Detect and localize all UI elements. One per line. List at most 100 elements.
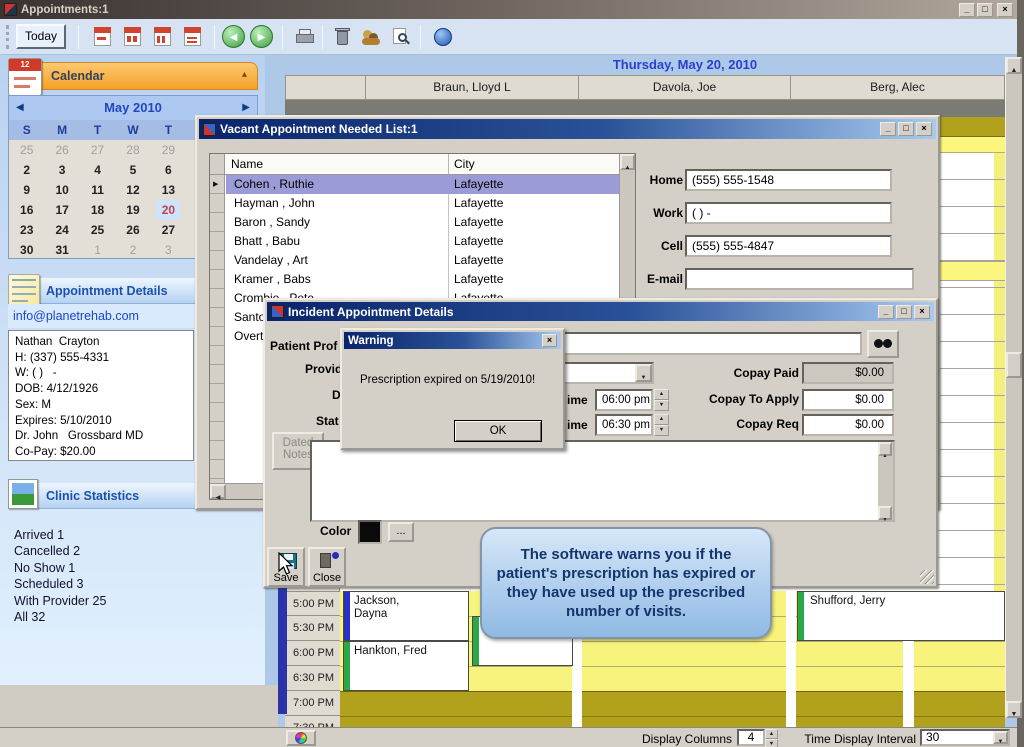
maximize-button[interactable]: □ — [977, 3, 993, 17]
work-phone-field[interactable]: ( ) - — [685, 202, 892, 224]
find-patient-button[interactable] — [867, 330, 899, 358]
warning-titlebar[interactable]: Warning × — [344, 332, 561, 349]
scroll-down-button[interactable]: ▼ — [1006, 701, 1022, 718]
calendar-day[interactable]: 17 — [44, 200, 79, 220]
calendar-day[interactable]: 26 — [44, 140, 79, 160]
copay-apply-field[interactable]: $0.00 — [802, 389, 894, 411]
table-row[interactable]: Hayman , John Lafayette — [226, 194, 620, 213]
start-time-field[interactable]: 06:00 pm — [595, 389, 653, 411]
calendar-section-header[interactable]: Calendar ▴ — [28, 62, 258, 90]
calendar-day[interactable]: 31 — [44, 240, 79, 260]
calendar-day[interactable]: 6 — [151, 160, 186, 180]
incident-titlebar[interactable]: Incident Appointment Details _ □ × — [267, 302, 934, 321]
dropdown-button[interactable]: ▼ — [993, 731, 1008, 744]
incident-close-button[interactable]: × — [914, 305, 930, 319]
table-row[interactable]: Kramer , Babs Lafayette — [226, 270, 620, 289]
calendar-day[interactable]: 11 — [80, 180, 115, 200]
calendar-day[interactable]: 3 — [44, 160, 79, 180]
calendar-day[interactable]: 10 — [44, 180, 79, 200]
calendar-day[interactable]: 19 — [115, 200, 150, 220]
calendar-day[interactable]: 16 — [9, 200, 44, 220]
calendar-day[interactable]: 12 — [115, 180, 150, 200]
time-interval-dropdown[interactable]: 30 ▼ — [920, 729, 1010, 746]
vacant-maximize-button[interactable]: □ — [898, 122, 914, 136]
provider-column-header[interactable]: Braun, Lloyd L — [365, 75, 579, 100]
notes-scrollbar[interactable]: ▲ ▼ — [878, 442, 893, 520]
scrollbar-thumb[interactable] — [1006, 352, 1022, 378]
cell-phone-field[interactable]: (555) 555-4847 — [685, 235, 892, 257]
warning-close-button[interactable]: × — [542, 334, 557, 347]
calendar-day[interactable]: 24 — [44, 220, 79, 240]
calendar-day[interactable]: 27 — [151, 220, 186, 240]
close-button[interactable]: × — [997, 3, 1013, 17]
incident-minimize-button[interactable]: _ — [878, 305, 894, 319]
calendar-day[interactable]: 25 — [9, 140, 44, 160]
copay-req-field[interactable]: $0.00 — [802, 414, 894, 436]
spin-up-icon[interactable]: ▲ — [765, 729, 778, 739]
color-picker-button[interactable]: ... — [388, 522, 414, 542]
appointment-shufford[interactable]: Shufford, Jerry — [797, 591, 1005, 641]
ok-button[interactable]: OK — [454, 420, 542, 442]
prev-month-button[interactable]: ◀ — [16, 102, 24, 113]
appointment-jackson[interactable]: Jackson, Dayna — [343, 591, 469, 641]
notes-scroll-up-button[interactable]: ▲ — [878, 442, 892, 456]
patients-icon[interactable] — [358, 24, 382, 48]
forward-button[interactable]: ▶ — [250, 25, 273, 48]
column-header-city[interactable]: City — [448, 154, 620, 175]
calendar-day[interactable]: 18 — [80, 200, 115, 220]
vacant-minimize-button[interactable]: _ — [880, 122, 896, 136]
calendar-day[interactable]: 26 — [115, 220, 150, 240]
scroll-up-button[interactable]: ▲ — [1006, 57, 1022, 74]
day-view-icon[interactable] — [90, 24, 114, 48]
calendar-day[interactable]: 9 — [9, 180, 44, 200]
calendar-day[interactable]: 2 — [115, 240, 150, 260]
notes-textarea[interactable]: ▲ ▼ — [310, 440, 895, 522]
calendar-day[interactable]: 25 — [80, 220, 115, 240]
display-columns-spinner[interactable]: ▲ ▼ — [765, 729, 778, 746]
provider-column-header[interactable]: Berg, Alec — [790, 75, 1005, 100]
incident-maximize-button[interactable]: □ — [896, 305, 912, 319]
month-view-icon[interactable] — [150, 24, 174, 48]
close-window-button[interactable]: Close — [308, 547, 346, 587]
calendar-day[interactable]: 30 — [9, 240, 44, 260]
calendar-day[interactable]: 1 — [80, 240, 115, 260]
home-phone-field[interactable]: (555) 555-1548 — [685, 169, 892, 191]
back-button[interactable]: ◀ — [222, 25, 245, 48]
table-row[interactable]: Cohen , Ruthie Lafayette — [226, 175, 620, 194]
calendar-day[interactable]: 29 — [151, 140, 186, 160]
display-columns-value[interactable]: 4 — [737, 729, 765, 746]
spin-down-icon[interactable]: ▼ — [765, 739, 778, 747]
multi-view-icon[interactable] — [180, 24, 204, 48]
find-icon[interactable] — [388, 24, 412, 48]
next-month-button[interactable]: ▶ — [242, 102, 250, 113]
calendar-day[interactable]: 5 — [115, 160, 150, 180]
vacant-titlebar[interactable]: Vacant Appointment Needed List:1 _ □ × — [199, 119, 936, 139]
end-time-field[interactable]: 06:30 pm — [595, 414, 653, 436]
calendar-day[interactable]: 27 — [80, 140, 115, 160]
calendar-day[interactable]: 3 — [151, 240, 186, 260]
resize-grip[interactable] — [920, 570, 934, 584]
table-scroll-up-button[interactable]: ▲ — [620, 154, 635, 170]
table-row[interactable]: Baron , Sandy Lafayette — [226, 213, 620, 232]
appointment-hankton[interactable]: Hankton, Fred — [343, 641, 469, 691]
table-scroll-left-button[interactable]: ◀ — [210, 484, 226, 499]
schedule-scrollbar[interactable]: ▲ ▼ — [1005, 57, 1022, 718]
vacant-close-button[interactable]: × — [916, 122, 932, 136]
delete-icon[interactable] — [330, 24, 354, 48]
table-row[interactable]: Bhatt , Babu Lafayette — [226, 232, 620, 251]
calendar-day[interactable]: 13 — [151, 180, 186, 200]
notes-scroll-down-button[interactable]: ▼ — [878, 506, 892, 520]
web-globe-icon[interactable] — [430, 24, 454, 48]
toolbar-drag-handle[interactable] — [6, 25, 9, 49]
calendar-day-selected[interactable]: 20 — [151, 200, 186, 220]
week-view-icon[interactable] — [120, 24, 144, 48]
collapse-icon[interactable]: ▴ — [242, 69, 247, 80]
calendar-day[interactable]: 23 — [9, 220, 44, 240]
provider-column-header[interactable]: Davola, Joe — [578, 75, 791, 100]
email-field[interactable] — [685, 268, 914, 290]
column-header-name[interactable]: Name — [225, 154, 448, 175]
today-button[interactable]: Today — [16, 24, 66, 49]
minimize-button[interactable]: _ — [959, 3, 975, 17]
calendar-day[interactable]: 28 — [115, 140, 150, 160]
color-swatch[interactable] — [358, 520, 382, 544]
